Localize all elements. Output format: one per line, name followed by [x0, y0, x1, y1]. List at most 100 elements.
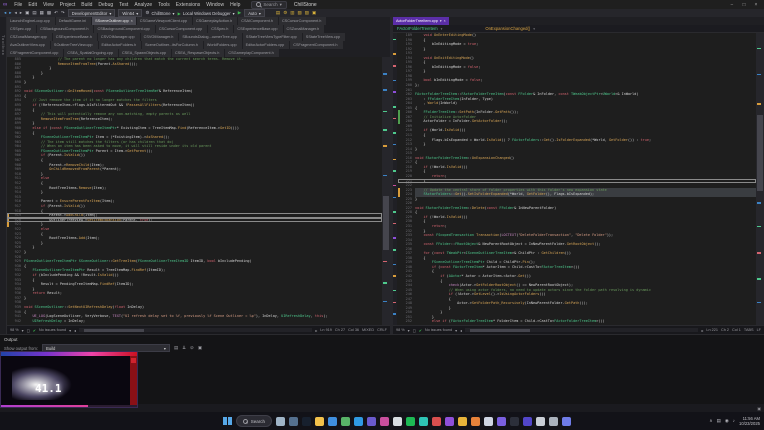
- editor-tab[interactable]: CSCursorComponent.h: [279, 17, 326, 25]
- taskbar-app-icon[interactable]: [354, 417, 363, 426]
- tab-close-icon[interactable]: ×: [131, 19, 133, 23]
- health-status[interactable]: No issues found: [425, 328, 452, 332]
- output-toolbar-icon[interactable]: ⇊: [182, 345, 186, 351]
- scroll-right-icon[interactable]: ▸: [701, 328, 703, 333]
- editor-tab[interactable]: CSSpec.h: [208, 25, 233, 33]
- startup-project-dropdown[interactable]: ⚙ ChillStone ▾: [145, 10, 174, 16]
- editor-tab[interactable]: CSGameplayComponent.h: [225, 49, 278, 57]
- taskbar-app-icon[interactable]: [315, 417, 324, 426]
- editor-tab[interactable]: CSCursorComponent.cpp: [156, 25, 207, 33]
- editor-tab[interactable]: CSEA_SpawnObjects.cpp: [119, 49, 171, 57]
- solution-platform-dropdown[interactable]: Win64▾: [118, 9, 142, 17]
- toolbar-icon[interactable]: ▨: [305, 10, 309, 16]
- taskbar-app-icon[interactable]: [536, 417, 545, 426]
- taskbar-app-icon[interactable]: [367, 417, 376, 426]
- close-button[interactable]: ×: [751, 2, 761, 8]
- scrollbar-thumb[interactable]: [383, 196, 389, 250]
- editor-tab[interactable]: EditorActorFolders.cpp: [243, 41, 290, 49]
- video-progress-bar[interactable]: [1, 405, 137, 408]
- scroll-left-icon[interactable]: ◂: [74, 328, 76, 333]
- scroll-left-icon[interactable]: ◂: [460, 328, 462, 333]
- menu-item[interactable]: Debug: [95, 2, 116, 8]
- toolbar-icon[interactable]: ▤: [32, 10, 36, 16]
- taskbar-app-icon[interactable]: [380, 417, 389, 426]
- toolbar-icon[interactable]: ▩: [47, 10, 51, 16]
- editor-tab[interactable]: SSceneOutliner.cpp×: [92, 17, 136, 25]
- menu-item[interactable]: Tools: [155, 2, 173, 8]
- editor-tab[interactable]: CSFragmentComponent.h: [290, 41, 342, 49]
- editor-tab[interactable]: CSZonalManager.cpp: [7, 33, 52, 41]
- toolbar-icon[interactable]: ▤: [276, 10, 280, 16]
- toolbar-icon[interactable]: ⚙: [283, 10, 287, 16]
- editor-tab[interactable]: LaunchEngineLoop.cpp: [7, 17, 55, 25]
- editor-tab[interactable]: CSBackgroundComponent.h: [37, 25, 93, 33]
- toolbox-side-strip[interactable]: Toolbox: [0, 17, 7, 334]
- output-toolbar-icon[interactable]: ⊘: [190, 345, 194, 351]
- taskbar-app-icon[interactable]: [497, 417, 506, 426]
- taskbar-app-icon[interactable]: [302, 417, 311, 426]
- whitespace-indicator[interactable]: MIXED: [362, 328, 374, 332]
- video-overlay-window[interactable]: 41.1: [0, 351, 138, 408]
- vertical-scrollbar-left[interactable]: [382, 57, 390, 325]
- whitespace-indicator[interactable]: TABS: [744, 328, 754, 332]
- editor-tab[interactable]: SceneOutliner...itsForColumn.h: [142, 41, 203, 49]
- editor-tab[interactable]: CSSpec.cpp: [7, 25, 36, 33]
- toolbar-icon[interactable]: ◂: [15, 10, 17, 16]
- zoom-level[interactable]: 98 %: [10, 328, 19, 332]
- editor-tab[interactable]: CSExperienceBase.cpp: [234, 25, 282, 33]
- tray-icon[interactable]: ♪: [733, 418, 735, 424]
- auto-dropdown[interactable]: Auto▾: [244, 9, 265, 17]
- editor-tab[interactable]: CSBackgroundComponent.cpp: [94, 25, 154, 33]
- scope-dropdown[interactable]: FActorFolderTreeItem: [397, 26, 438, 31]
- tray-icon[interactable]: ∧: [709, 418, 712, 424]
- taskbar-app-icon[interactable]: [471, 417, 480, 426]
- taskbar-app-icon[interactable]: [276, 417, 285, 426]
- vertical-scrollbar-right[interactable]: [756, 33, 764, 325]
- start-button[interactable]: [223, 417, 232, 426]
- char-indicator[interactable]: Ch 27: [335, 328, 345, 332]
- navigate-forward-icon[interactable]: ▸: [9, 10, 11, 16]
- notifications-icon[interactable]: ▣: [757, 406, 761, 411]
- editor-tab[interactable]: DefaultGame.ini: [56, 17, 91, 25]
- zoom-level[interactable]: 98 %: [396, 328, 405, 332]
- member-dropdown[interactable]: OnExpansionChanged(): [485, 26, 530, 31]
- editor-tab[interactable]: WorldFolders.cpp: [204, 41, 242, 49]
- output-toolbar-icon[interactable]: ▤: [174, 345, 178, 351]
- taskbar-search[interactable]: Search: [236, 415, 272, 427]
- toolbar-icon[interactable]: ↶: [54, 10, 58, 16]
- taskbar-app-icon[interactable]: [445, 417, 454, 426]
- chevron-down-icon[interactable]: ▾: [440, 19, 442, 23]
- horizontal-scrollbar[interactable]: [465, 328, 699, 332]
- menu-item[interactable]: Help: [227, 2, 243, 8]
- editor-tab[interactable]: SStateTreeViewTypeFilter.cpp: [243, 33, 302, 41]
- menu-item[interactable]: Test: [116, 2, 131, 8]
- start-without-debugging-icon[interactable]: ▶: [238, 10, 241, 16]
- taskbar-app-icon[interactable]: [458, 417, 467, 426]
- health-status[interactable]: No issues found: [39, 328, 66, 332]
- code-editor-left[interactable]: 885 // The parent no longer has any chil…: [7, 57, 382, 325]
- menu-item[interactable]: Edit: [25, 2, 40, 8]
- toolbar-icon[interactable]: ▥: [290, 10, 294, 16]
- chevron-down-icon[interactable]: ▾: [408, 328, 410, 333]
- taskbar-app-icon[interactable]: [432, 417, 441, 426]
- editor-tab[interactable]: CSGameplayAction.h: [193, 17, 237, 25]
- editor-tab[interactable]: SBoundsDialog...ownerTree.cpp: [179, 33, 242, 41]
- menu-item[interactable]: Extensions: [173, 2, 203, 8]
- toolbar-icon[interactable]: ▦: [40, 10, 44, 16]
- toolbar-icon[interactable]: ▣: [312, 10, 316, 16]
- toolbar-icon[interactable]: ▧: [298, 10, 302, 16]
- taskbar-app-icon[interactable]: [549, 417, 558, 426]
- menu-item[interactable]: File: [11, 2, 25, 8]
- editor-tab[interactable]: CSFragmentComponent.cpp: [7, 49, 63, 57]
- toolbar-icon[interactable]: ▣: [25, 10, 29, 16]
- editor-tab[interactable]: CSEA_RespawnObjects.h: [172, 49, 224, 57]
- tray-icon[interactable]: ▤: [717, 418, 721, 424]
- taskbar-app-icon[interactable]: [510, 417, 519, 426]
- editor-tab[interactable]: CSZonalManager.h: [284, 25, 325, 33]
- editor-tab[interactable]: CSAIComponent.h: [238, 17, 278, 25]
- minimize-button[interactable]: −: [727, 2, 737, 8]
- editor-tab[interactable]: AvaOutlinerView.cpp: [7, 41, 50, 49]
- editor-tab[interactable]: CSVOIManager.h: [141, 33, 179, 41]
- taskbar-app-icon[interactable]: [393, 417, 402, 426]
- chevron-down-icon[interactable]: ▾: [69, 328, 71, 333]
